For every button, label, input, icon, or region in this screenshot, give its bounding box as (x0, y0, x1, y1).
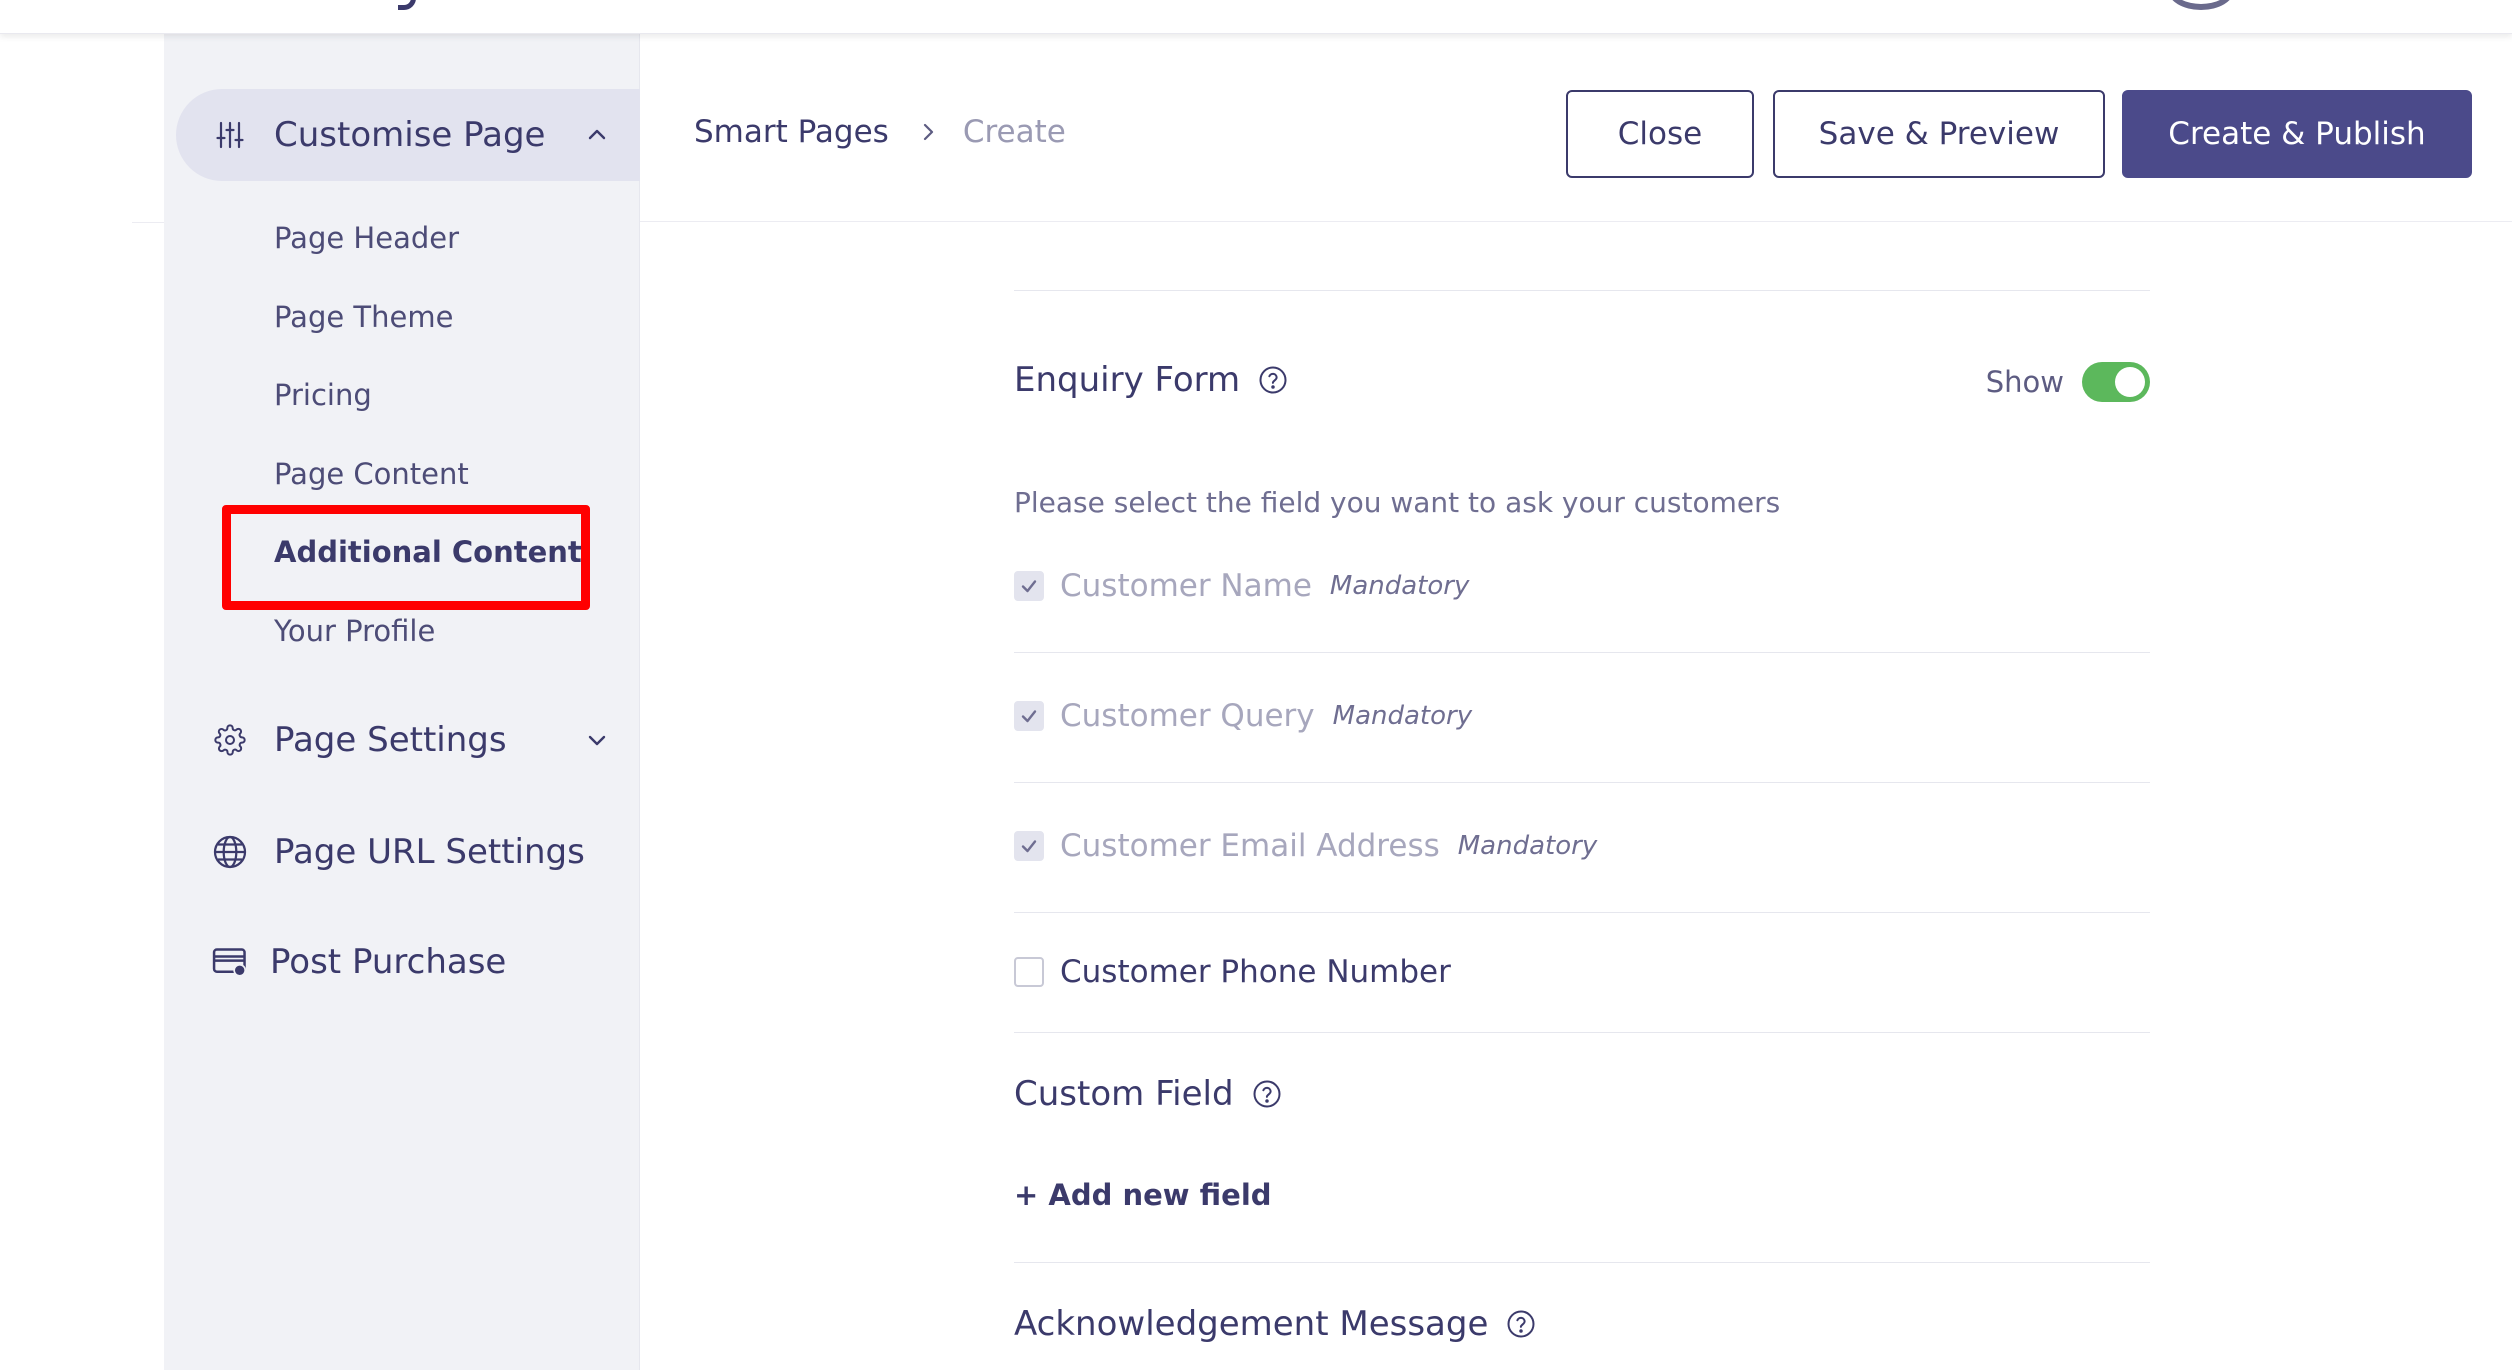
sliders-icon (212, 117, 248, 153)
app-root: Customise Page Page Header Page Theme Pr… (0, 0, 2512, 1370)
chevron-right-icon (919, 120, 939, 144)
sidebar: Customise Page Page Header Page Theme Pr… (164, 34, 640, 1370)
sidebar-section-label: Page URL Settings (274, 832, 585, 872)
field-label: Customer Query (1060, 698, 1315, 734)
enquiry-form-title: Enquiry Form (1014, 360, 1288, 400)
sidebar-item-page-content[interactable]: Page Content (274, 456, 469, 492)
card-icon (212, 944, 248, 980)
page-header: Smart Pages Create Close Save & Preview … (640, 34, 2512, 222)
create-publish-button[interactable]: Create & Publish (2122, 90, 2472, 178)
section-title-text: Acknowledgement Message (1014, 1304, 1489, 1344)
toggle-label: Show (1985, 365, 2064, 399)
breadcrumb: Smart Pages Create (694, 114, 1066, 150)
acknowledgement-message-title: Acknowledgement Message (1014, 1304, 1536, 1344)
sidebar-item-your-profile[interactable]: Your Profile (274, 613, 435, 649)
chevron-down-icon (582, 725, 612, 755)
enquiry-form-hint: Please select the field you want to ask … (1014, 486, 1781, 519)
checkbox-customer-query (1014, 701, 1044, 731)
top-navbar (0, 0, 2512, 34)
help-icon[interactable] (1506, 1309, 1536, 1339)
sidebar-section-label: Post Purchase (270, 942, 507, 982)
gear-icon (212, 722, 248, 758)
mandatory-badge: Mandatory (1329, 571, 1470, 601)
enquiry-form-visibility: Show (1986, 362, 2150, 402)
field-customer-query: Customer Query Mandatory (1014, 698, 1472, 734)
sidebar-item-pricing[interactable]: Pricing (274, 377, 372, 413)
section-title-text: Custom Field (1014, 1074, 1234, 1114)
help-icon[interactable] (1258, 365, 1288, 395)
divider (1014, 652, 2150, 653)
sidebar-section-customise-page[interactable]: Customise Page (176, 89, 640, 181)
checkbox-customer-phone[interactable] (1014, 957, 1044, 987)
sidebar-section-page-settings[interactable]: Page Settings (176, 694, 640, 786)
avatar[interactable] (2168, 0, 2234, 10)
sidebar-section-label: Customise Page (274, 115, 546, 155)
custom-field-title: Custom Field (1014, 1074, 1282, 1114)
checkbox-customer-name (1014, 571, 1044, 601)
field-customer-email: Customer Email Address Mandatory (1014, 828, 1597, 864)
logo[interactable] (398, 0, 416, 10)
divider (1014, 1262, 2150, 1263)
add-new-field-link[interactable]: + Add new field (1014, 1178, 1272, 1212)
divider (1014, 290, 2150, 291)
chevron-up-icon (582, 120, 612, 150)
checkbox-customer-email (1014, 831, 1044, 861)
field-label: Customer Email Address (1060, 828, 1440, 864)
mandatory-badge: Mandatory (1457, 831, 1598, 861)
sidebar-item-additional-content[interactable]: Additional Content (274, 534, 582, 570)
toggle-knob (2115, 367, 2145, 397)
close-button[interactable]: Close (1566, 90, 1754, 178)
divider (1014, 782, 2150, 783)
sidebar-section-label: Page Settings (274, 720, 507, 760)
divider (1014, 1032, 2150, 1033)
breadcrumb-current: Create (962, 114, 1066, 150)
divider (1014, 912, 2150, 913)
field-customer-name: Customer Name Mandatory (1014, 568, 1469, 604)
help-icon[interactable] (1252, 1079, 1282, 1109)
sidebar-section-post-purchase[interactable]: Post Purchase (176, 916, 640, 1008)
sidebar-item-page-header[interactable]: Page Header (274, 220, 459, 256)
divider (132, 222, 164, 223)
breadcrumb-smart-pages[interactable]: Smart Pages (694, 114, 889, 150)
globe-icon (212, 834, 248, 870)
show-toggle[interactable] (2082, 362, 2150, 402)
mandatory-badge: Mandatory (1332, 701, 1473, 731)
field-customer-phone: Customer Phone Number (1014, 954, 1451, 990)
sidebar-section-page-url-settings[interactable]: Page URL Settings (176, 806, 640, 898)
save-preview-button[interactable]: Save & Preview (1773, 90, 2105, 178)
field-label: Customer Phone Number (1060, 954, 1451, 990)
section-title-text: Enquiry Form (1014, 360, 1241, 400)
field-label: Customer Name (1060, 568, 1312, 604)
sidebar-item-page-theme[interactable]: Page Theme (274, 299, 453, 335)
